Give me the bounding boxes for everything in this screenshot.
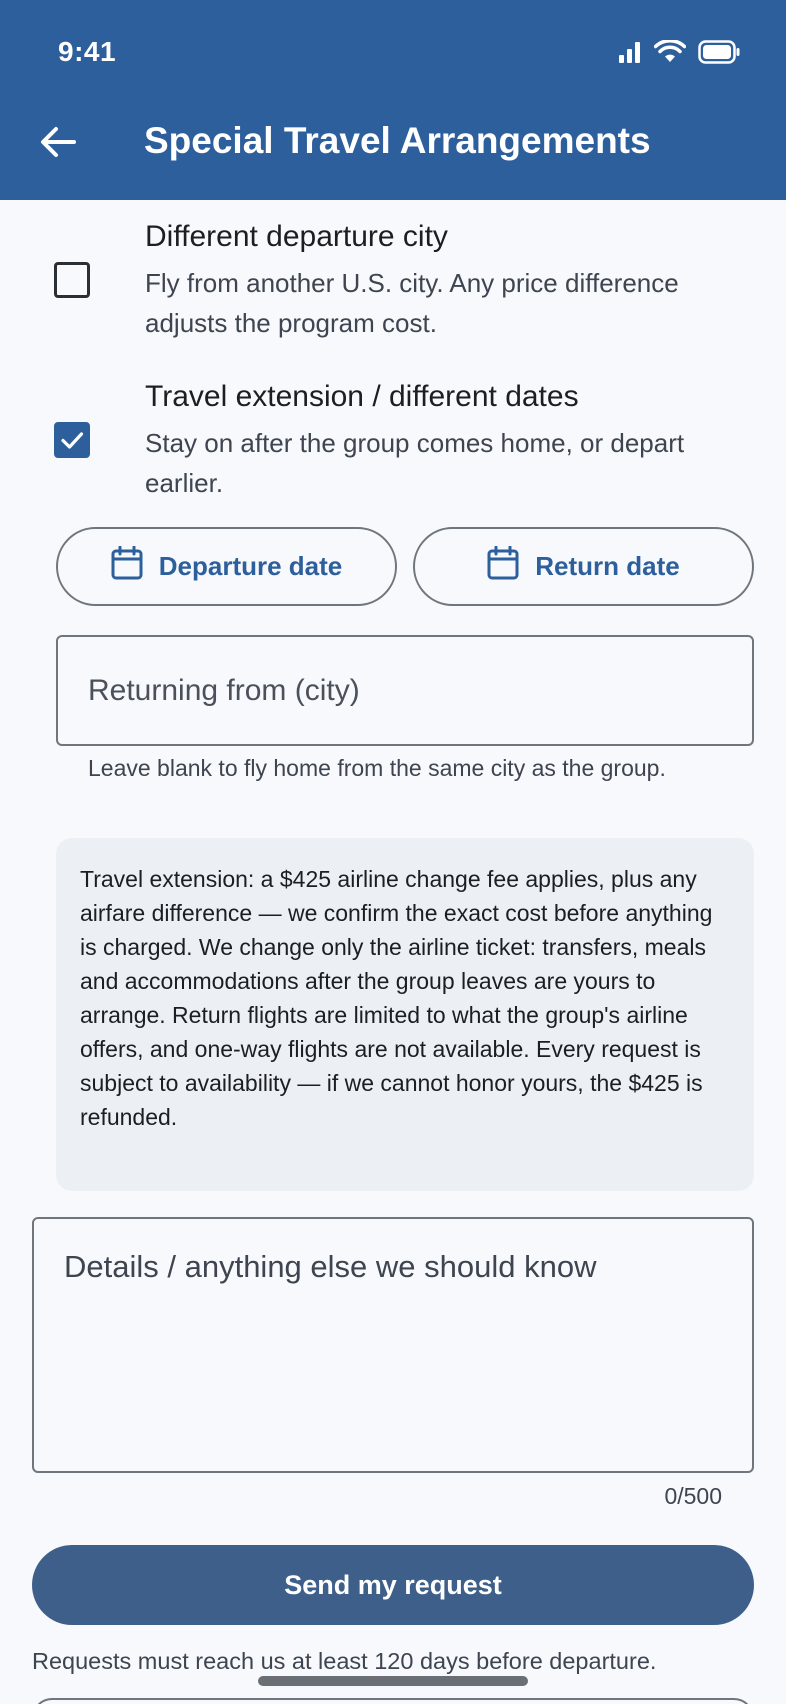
returning-city-helper: Leave blank to fly home from the same ci… [88,755,666,781]
option-title: Different departure city [145,220,448,253]
back-button[interactable] [32,118,84,170]
status-icons [618,39,740,69]
character-counter: 0/500 [664,1483,722,1509]
details-textarea[interactable] [32,1217,754,1473]
return-date-label: Return date [535,551,680,581]
calendar-icon [487,545,519,587]
signal-icon [618,41,642,68]
option-description: Stay on after the group comes home, or d… [145,428,685,498]
travel-extension-checkbox[interactable] [54,422,90,458]
departure-date-label: Departure date [158,551,343,581]
arrow-left-icon [40,126,76,163]
travel-extension-notice: Travel extension: a $425 airline change … [56,838,754,1191]
notice-text: Travel extension: a $425 airline change … [80,866,713,1130]
deadline-footnote: Requests must reach us at least 120 days… [32,1648,657,1674]
wifi-icon [653,39,687,69]
option-description: Fly from another U.S. city. Any price di… [145,268,679,338]
next-section-outline [32,1698,754,1704]
return-date-button[interactable]: Return date [413,527,754,606]
calendar-icon [111,545,143,587]
app-bar: 9:41 Special Travel Arrangements [0,0,786,200]
send-request-button[interactable]: Send my request [32,1545,754,1625]
home-indicator [258,1676,528,1686]
page-title: Special Travel Arrangements [144,120,651,161]
departure-date-button[interactable]: Departure date [56,527,397,606]
returning-city-input[interactable] [56,635,754,746]
battery-icon [698,40,740,69]
option-title: Travel extension / different dates [145,380,579,413]
departure-city-checkbox[interactable] [54,262,90,298]
status-time: 9:41 [58,36,117,67]
